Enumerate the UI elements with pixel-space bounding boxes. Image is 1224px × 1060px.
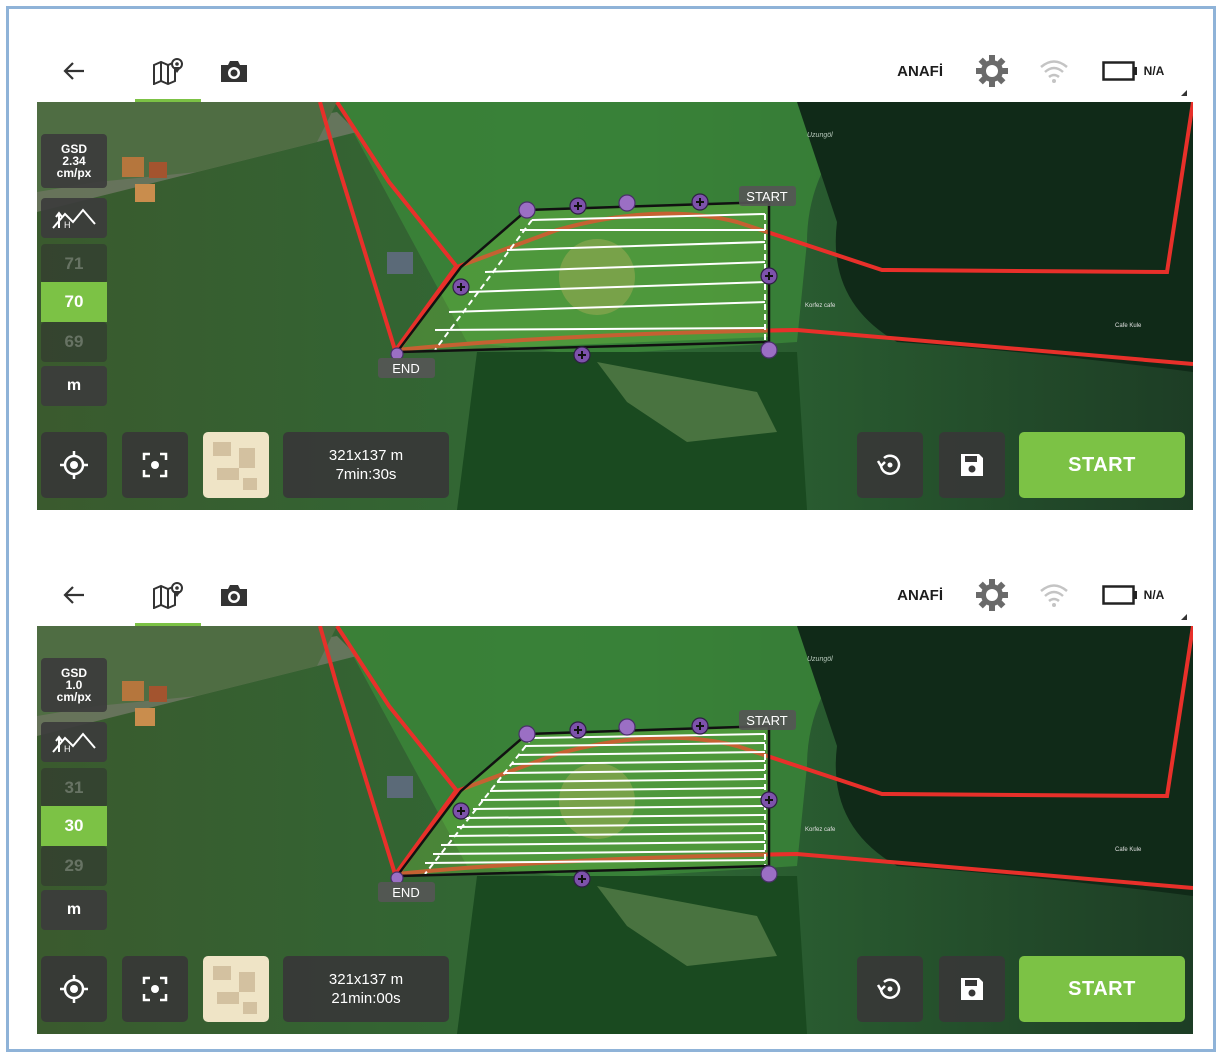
altitude-option-above[interactable]: 31 bbox=[41, 768, 107, 808]
fit-view-button[interactable] bbox=[122, 432, 188, 498]
corner-mark bbox=[1181, 614, 1187, 620]
locate-icon bbox=[60, 975, 88, 1003]
corner-mark bbox=[1181, 90, 1187, 96]
back-button[interactable] bbox=[51, 40, 97, 102]
gsd-readout: GSD 1.0 cm/px bbox=[41, 658, 107, 712]
tab-camera[interactable] bbox=[211, 40, 257, 102]
settings-button[interactable] bbox=[967, 564, 1017, 626]
plan-duration: 21min:00s bbox=[331, 990, 401, 1007]
altitude-current[interactable]: 70 bbox=[41, 282, 107, 322]
start-button[interactable]: START bbox=[1019, 956, 1185, 1022]
tab-map[interactable] bbox=[135, 564, 201, 626]
wifi-status bbox=[1029, 564, 1079, 626]
poi-cafe-label-1: Korfez cafe bbox=[805, 303, 836, 309]
plan-info: 321x137 m 7min:30s bbox=[283, 432, 449, 498]
settings-button[interactable] bbox=[967, 40, 1017, 102]
gsd-readout: GSD 2.34 cm/px bbox=[41, 134, 107, 188]
gsd-unit: cm/px bbox=[56, 166, 92, 180]
poi-cafe-label-1: Korfez cafe bbox=[805, 827, 836, 833]
locate-button[interactable] bbox=[41, 956, 107, 1022]
reset-icon bbox=[876, 978, 901, 999]
altitude-current[interactable]: 30 bbox=[41, 806, 107, 846]
fit-view-button[interactable] bbox=[122, 956, 188, 1022]
battery-status: N/A bbox=[1085, 564, 1181, 626]
start-marker-label: START bbox=[746, 713, 787, 728]
altitude-icon: H bbox=[52, 732, 96, 754]
plan-size: 321x137 m bbox=[328, 971, 404, 988]
map-pin-icon bbox=[153, 582, 183, 609]
camera-icon bbox=[221, 61, 247, 82]
drone-name: ANAFİ bbox=[897, 586, 943, 604]
altitude-mode-button[interactable]: H bbox=[41, 722, 107, 762]
battery-icon bbox=[1101, 585, 1137, 605]
back-button[interactable] bbox=[51, 564, 97, 626]
altitude-option-below[interactable]: 69 bbox=[41, 322, 107, 362]
poi-cafe-label-2: Cafe Kule bbox=[1115, 847, 1142, 853]
flight-plan-screen: ANAFİ N/A START END Uzungöl Korfez cafe … bbox=[37, 40, 1193, 510]
battery-label: N/A bbox=[1143, 64, 1165, 78]
basemap-toggle-button[interactable] bbox=[203, 956, 269, 1022]
back-arrow-icon bbox=[63, 62, 84, 80]
save-button[interactable] bbox=[939, 432, 1005, 498]
plan-duration: 7min:30s bbox=[335, 466, 397, 483]
gear-icon bbox=[976, 55, 1008, 87]
gear-icon bbox=[976, 579, 1008, 611]
locate-icon bbox=[60, 451, 88, 479]
reset-button[interactable] bbox=[857, 956, 923, 1022]
end-marker-label: END bbox=[392, 361, 419, 376]
altitude-unit: m bbox=[41, 890, 107, 930]
reset-button[interactable] bbox=[857, 432, 923, 498]
flight-plan-screen: ANAFİ N/A START END Uzungöl Korfez cafe … bbox=[37, 564, 1193, 1034]
altitude-mode-button[interactable]: H bbox=[41, 198, 107, 238]
reset-icon bbox=[876, 454, 901, 475]
poi-cafe-label-2: Cafe Kule bbox=[1115, 323, 1142, 329]
battery-status: N/A bbox=[1085, 40, 1181, 102]
plan-size: 321x137 m bbox=[328, 447, 404, 464]
wifi-icon bbox=[1040, 60, 1068, 83]
wifi-icon bbox=[1040, 584, 1068, 607]
end-marker-label: END bbox=[392, 885, 419, 900]
save-icon bbox=[961, 978, 983, 1000]
wifi-status bbox=[1029, 40, 1079, 102]
locate-button[interactable] bbox=[41, 432, 107, 498]
altitude-option-below[interactable]: 29 bbox=[41, 846, 107, 886]
poi-lake-label: Uzungöl bbox=[807, 656, 833, 663]
start-marker-label: START bbox=[746, 189, 787, 204]
battery-icon bbox=[1101, 61, 1137, 81]
save-button[interactable] bbox=[939, 956, 1005, 1022]
save-icon bbox=[961, 454, 983, 476]
basemap-toggle-button[interactable] bbox=[203, 432, 269, 498]
altitude-unit: m bbox=[41, 366, 107, 406]
back-arrow-icon bbox=[63, 586, 84, 604]
fit-view-icon bbox=[142, 452, 168, 478]
start-button[interactable]: START bbox=[1019, 432, 1185, 498]
plan-info: 321x137 m 21min:00s bbox=[283, 956, 449, 1022]
battery-label: N/A bbox=[1143, 588, 1165, 602]
map-pin-icon bbox=[153, 58, 183, 85]
tab-camera[interactable] bbox=[211, 564, 257, 626]
top-bar: ANAFİ N/A bbox=[37, 40, 1193, 102]
altitude-icon: H bbox=[52, 208, 96, 230]
poi-lake-label: Uzungöl bbox=[807, 132, 833, 139]
svg-text:H: H bbox=[64, 744, 71, 754]
drone-name: ANAFİ bbox=[897, 62, 943, 80]
tab-map[interactable] bbox=[135, 40, 201, 102]
altitude-option-above[interactable]: 71 bbox=[41, 244, 107, 284]
top-bar: ANAFİ N/A bbox=[37, 564, 1193, 626]
gsd-unit: cm/px bbox=[56, 690, 92, 704]
svg-text:H: H bbox=[64, 220, 71, 230]
fit-view-icon bbox=[142, 976, 168, 1002]
camera-icon bbox=[221, 585, 247, 606]
